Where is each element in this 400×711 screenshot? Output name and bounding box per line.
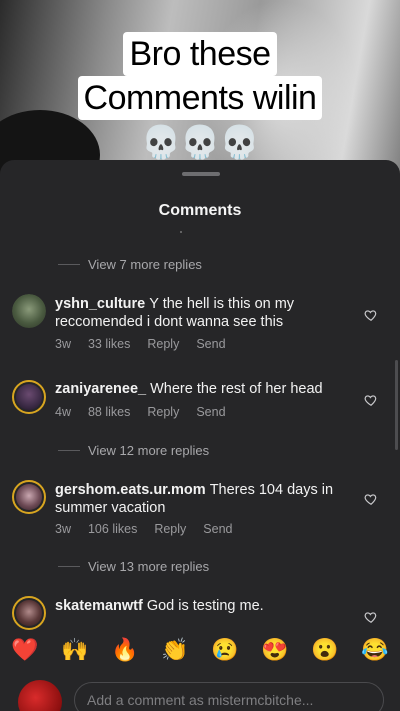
comment-body: yshn_culture Y the hell is this on my rec… [55, 295, 355, 331]
divider-line [58, 566, 80, 567]
avatar-image [16, 600, 42, 626]
sheet-title: Comments [158, 202, 242, 219]
surprised-emoji-button[interactable]: 😮 [305, 637, 345, 663]
heart-icon[interactable] [364, 610, 378, 624]
comment-time: 3w [55, 337, 71, 351]
comment-username[interactable]: zaniyarenee_ [55, 381, 146, 397]
view-more-replies-button[interactable]: View 12 more replies [58, 443, 209, 458]
crying-emoji-button[interactable]: 😢 [205, 637, 245, 663]
caption-skull-emojis: 💀💀💀 [140, 124, 260, 160]
clapping-emoji-button[interactable]: 👏 [155, 637, 195, 663]
divider-line [58, 264, 80, 265]
reply-button[interactable]: Reply [154, 522, 186, 536]
comment-meta: 3w 33 likes Reply Send [55, 337, 243, 351]
heart-icon[interactable] [364, 492, 378, 506]
avatar[interactable] [12, 380, 46, 414]
red-heart-emoji-button[interactable]: ❤️ [5, 637, 45, 663]
heart-icon[interactable] [364, 308, 378, 322]
view-more-replies-button[interactable]: View 7 more replies [58, 257, 202, 272]
laughing-emoji-button[interactable]: 😂 [355, 637, 395, 663]
view-more-replies-label: View 13 more replies [88, 559, 210, 574]
comment-body: skatemanwtf God is testing me. [55, 597, 355, 615]
avatar-image [16, 484, 42, 510]
comment-text: Where the rest of her head [150, 381, 323, 397]
send-button[interactable]: Send [196, 405, 225, 419]
reply-button[interactable]: Reply [147, 405, 179, 419]
loading-dot [180, 231, 182, 233]
view-more-replies-button[interactable]: View 13 more replies [58, 559, 209, 574]
comment-body: gershom.eats.ur.mom Theres 104 days in su… [55, 481, 355, 517]
heart-icon[interactable] [364, 393, 378, 407]
divider-line [58, 450, 80, 451]
comment-username[interactable]: yshn_culture [55, 296, 145, 312]
comment-username[interactable]: gershom.eats.ur.mom [55, 482, 206, 498]
reply-button[interactable]: Reply [147, 337, 179, 351]
comment-meta: 4w 88 likes Reply Send [55, 405, 243, 419]
heart-eyes-emoji-button[interactable]: 😍 [255, 637, 295, 663]
view-more-replies-label: View 12 more replies [88, 443, 210, 458]
comment-meta: 3w 106 likes Reply Send [55, 522, 250, 536]
comment-composer [0, 676, 400, 711]
comment-time: 3w [55, 522, 71, 536]
send-button[interactable]: Send [196, 337, 225, 351]
caption-line-1: Bro these [123, 32, 277, 76]
avatar[interactable] [12, 480, 46, 514]
view-more-replies-label: View 7 more replies [88, 257, 202, 272]
avatar-image [12, 294, 46, 328]
emoji-reaction-bar: ❤️ 🙌 🔥 👏 😢 😍 😮 😂 [0, 632, 400, 668]
avatar[interactable] [12, 294, 46, 328]
comment-likes[interactable]: 33 likes [88, 337, 130, 351]
raised-hands-emoji-button[interactable]: 🙌 [55, 637, 95, 663]
send-button[interactable]: Send [203, 522, 232, 536]
avatar-image [16, 384, 42, 410]
current-user-avatar[interactable] [18, 680, 62, 711]
comments-sheet: Comments View 7 more replies yshn_cultur… [0, 160, 400, 711]
comment-text: God is testing me. [146, 598, 264, 614]
comment-body: zaniyarenee_ Where the rest of her head [55, 380, 355, 398]
caption-line-2: Comments wilin [77, 76, 323, 120]
comment-likes[interactable]: 106 likes [88, 522, 137, 536]
fire-emoji-button[interactable]: 🔥 [105, 637, 145, 663]
video-caption: Bro these Comments wilin 💀💀💀 [0, 32, 400, 162]
avatar[interactable] [12, 596, 46, 630]
comment-likes[interactable]: 88 likes [88, 405, 130, 419]
sheet-drag-handle[interactable] [182, 172, 220, 176]
comment-input[interactable] [74, 682, 384, 711]
comment-time: 4w [55, 405, 71, 419]
comment-username[interactable]: skatemanwtf [55, 598, 143, 614]
scrollbar[interactable] [395, 360, 398, 450]
